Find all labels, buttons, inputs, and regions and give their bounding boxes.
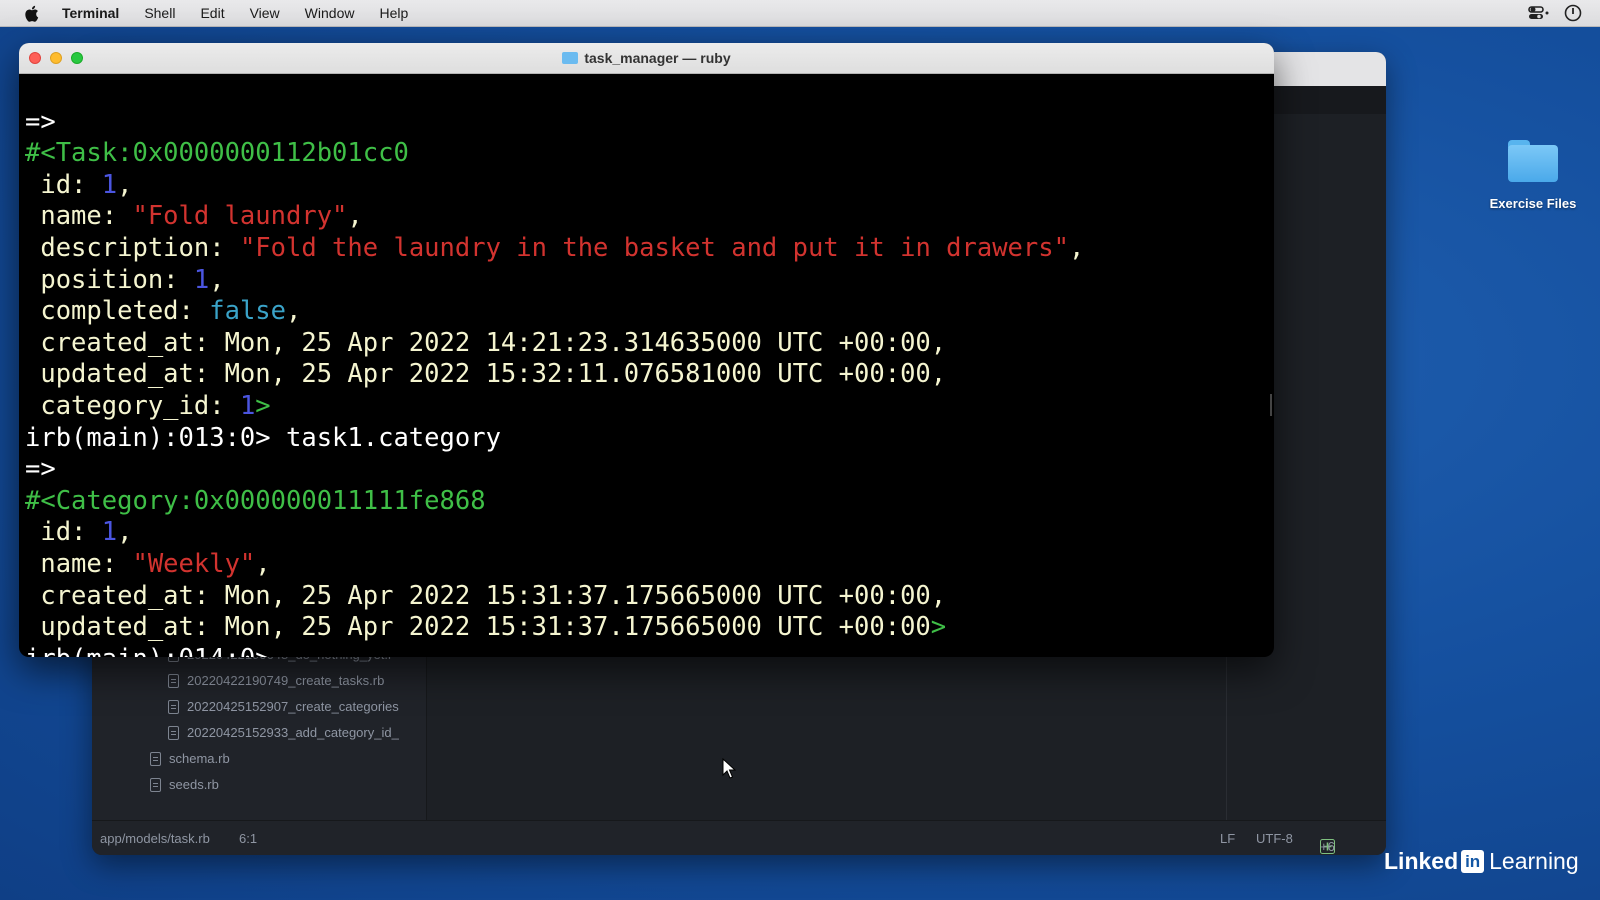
file-icon: [168, 699, 179, 714]
output-line: #<Task:0x0000000112b01cc0: [25, 138, 409, 169]
tree-item-schema[interactable]: schema.rb: [150, 751, 230, 766]
power-icon[interactable]: [1564, 4, 1582, 25]
prompt-line: irb(main):013:0> task1.category: [25, 422, 501, 453]
status-file-path[interactable]: app/models/task.rb: [100, 831, 210, 846]
folder-icon: [1508, 140, 1558, 182]
menu-edit[interactable]: Edit: [200, 5, 224, 21]
file-icon: [168, 725, 179, 740]
status-encoding[interactable]: UTF-8: [1256, 831, 1293, 846]
status-cursor-position[interactable]: 6:1: [239, 831, 257, 846]
output-line: completed: false,: [25, 296, 302, 327]
tree-item-migration-2[interactable]: 20220422190749_create_tasks.rb: [168, 673, 384, 688]
output-line: category_id: 1>: [25, 390, 271, 421]
linkedin-learning-watermark: Linked in Learning: [1384, 848, 1579, 875]
terminal-title-text: task_manager — ruby: [584, 50, 731, 66]
output-line: id: 1,: [25, 517, 133, 548]
file-icon: [150, 777, 161, 792]
output-line: position: 1,: [25, 264, 225, 295]
watermark-linked: Linked: [1384, 848, 1459, 874]
folder-icon: [562, 52, 579, 64]
tree-item-label: schema.rb: [169, 751, 230, 766]
tree-item-seeds[interactable]: seeds.rb: [150, 777, 219, 792]
control-center-icon[interactable]: [1528, 5, 1550, 24]
terminal-window[interactable]: task_manager — ruby => #<Task:0x000000011…: [19, 43, 1274, 657]
tree-item-label: 20220425152907_create_categories: [187, 699, 399, 714]
desktop-folder[interactable]: Exercise Files: [1468, 140, 1598, 211]
prompt-line: irb(main):014:0> _: [25, 644, 1268, 657]
terminal-titlebar[interactable]: task_manager — ruby: [19, 43, 1274, 74]
output-line: name: "Weekly",: [25, 548, 271, 579]
tree-item-migration-3[interactable]: 20220425152907_create_categories: [168, 699, 399, 714]
menu-shell[interactable]: Shell: [144, 5, 175, 21]
menu-view[interactable]: View: [250, 5, 280, 21]
terminal-title: task_manager — ruby: [19, 50, 1274, 66]
tree-item-label: seeds.rb: [169, 777, 219, 792]
tree-item-label: 20220422190749_create_tasks.rb: [187, 673, 385, 688]
desktop-folder-label: Exercise Files: [1489, 196, 1577, 211]
output-line: created_at: Mon, 25 Apr 2022 14:21:23.31…: [25, 327, 947, 358]
output-line: id: 1,: [25, 169, 133, 200]
output-line: updated_at: Mon, 25 Apr 2022 15:32:11.07…: [25, 359, 947, 390]
editor-status-bar: app/models/task.rb 6:1 LF UTF-8 +6: [92, 820, 1386, 855]
output-line: =>: [25, 106, 56, 137]
status-line-ending[interactable]: LF: [1220, 831, 1235, 846]
text-cursor: _: [286, 644, 301, 657]
file-icon: [150, 751, 161, 766]
menu-help[interactable]: Help: [379, 5, 408, 21]
tree-item-label: 20220425152933_add_category_id_: [187, 725, 399, 740]
output-line: created_at: Mon, 25 Apr 2022 15:31:37.17…: [25, 580, 947, 611]
output-line: updated_at: Mon, 25 Apr 2022 15:31:37.17…: [25, 612, 947, 643]
file-icon: [168, 673, 179, 688]
mouse-pointer-icon: [722, 757, 737, 785]
output-line: #<Category:0x000000011111fe868: [25, 485, 486, 516]
tree-item-migration-4[interactable]: 20220425152933_add_category_id_: [168, 725, 399, 740]
linkedin-logo-icon: in: [1461, 850, 1485, 873]
status-changes-count: +6: [1320, 839, 1335, 854]
menu-bar: Terminal Shell Edit View Window Help: [0, 0, 1600, 27]
output-line: description: "Fold the laundry in the ba…: [25, 232, 1085, 263]
output-line: name: "Fold laundry",: [25, 201, 363, 232]
output-line: =>: [25, 454, 56, 485]
terminal-scrollbar[interactable]: [1270, 394, 1272, 416]
terminal-output[interactable]: => #<Task:0x0000000112b01cc0 id: 1, name:…: [25, 75, 1268, 657]
menu-app-terminal[interactable]: Terminal: [62, 5, 119, 21]
watermark-learning: Learning: [1489, 848, 1579, 874]
menu-window[interactable]: Window: [305, 5, 355, 21]
apple-menu-icon[interactable]: [22, 4, 40, 22]
